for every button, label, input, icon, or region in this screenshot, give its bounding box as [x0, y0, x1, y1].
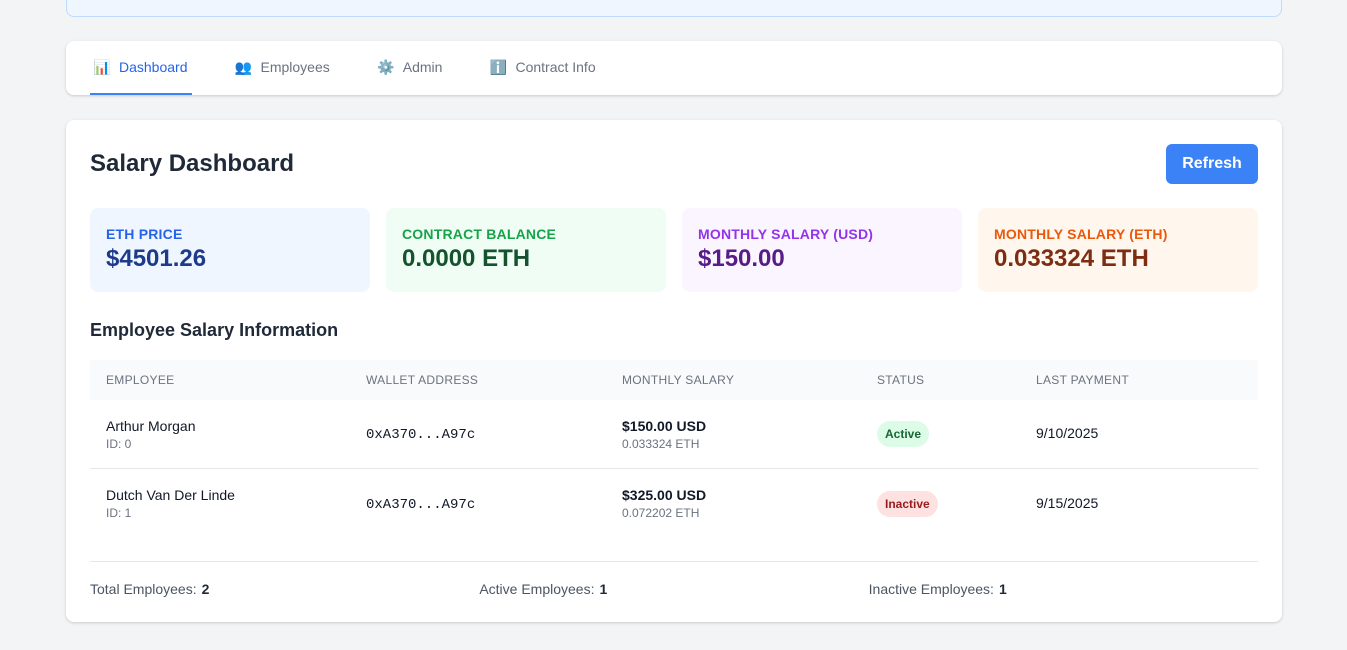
tab-employees[interactable]: 👥 Employees — [232, 41, 334, 95]
table-row: Dutch Van Der Linde ID: 1 0xA370...A97c … — [90, 469, 1258, 538]
stat-label: MONTHLY SALARY (USD) — [698, 226, 874, 242]
summary-active: Active Employees: 1 — [479, 581, 868, 597]
stats-row: ETH PRICE $4501.26 CONTRACT BALANCE 0.00… — [90, 208, 1258, 292]
dashboard-card: Salary Dashboard Refresh ETH PRICE $4501… — [66, 120, 1282, 622]
salary-eth: 0.072202 ETH — [622, 506, 700, 520]
section-title: Employee Salary Information — [90, 320, 339, 340]
page-title: Salary Dashboard — [90, 150, 295, 177]
tab-admin[interactable]: ⚙️ Admin — [374, 41, 447, 95]
summary-label: Inactive Employees: — [868, 581, 994, 597]
stat-label: ETH PRICE — [106, 226, 183, 242]
last-payment: 9/15/2025 — [1036, 494, 1099, 511]
tab-label: Contract Info — [515, 59, 596, 75]
summary-total: Total Employees: 2 — [90, 581, 479, 597]
column-header: MONTHLY SALARY — [622, 373, 735, 387]
summary-label: Total Employees: — [90, 581, 197, 597]
employee-id: ID: 1 — [106, 506, 132, 520]
summary-label: Active Employees: — [479, 581, 595, 597]
tab-label: Employees — [260, 59, 330, 75]
refresh-button[interactable]: Refresh — [1166, 144, 1258, 184]
stat-value: $150.00 — [698, 245, 785, 272]
employee-id: ID: 0 — [106, 436, 132, 451]
employee-summary: Total Employees: 2 Active Employees: 1 Ina… — [90, 561, 1258, 597]
column-header: STATUS — [877, 373, 925, 387]
tab-bar: 📊 Dashboard 👥 Employees ⚙️ Admin ℹ️ Cont… — [66, 41, 1282, 95]
column-header: LAST PAYMENT — [1036, 373, 1129, 387]
info-icon: ℹ️ — [489, 58, 508, 75]
column-header: EMPLOYEE — [106, 373, 175, 387]
gear-icon: ⚙️ — [377, 58, 395, 75]
employee-name: Arthur Morgan — [106, 417, 196, 434]
people-icon: 👥 — [234, 58, 253, 75]
stat-label: MONTHLY SALARY (ETH) — [994, 226, 1168, 242]
stat-monthly-salary-usd: MONTHLY SALARY (USD) $150.00 — [682, 208, 962, 292]
bar-chart-icon: 📊 — [93, 58, 111, 75]
stat-value: $4501.26 — [106, 245, 207, 272]
summary-value: 2 — [201, 581, 210, 597]
summary-value: 1 — [998, 581, 1007, 597]
tab-label: Dashboard — [119, 59, 188, 75]
stat-value: 0.033324 ETH — [994, 245, 1149, 272]
summary-inactive: Inactive Employees: 1 — [869, 581, 1258, 597]
stat-contract-balance: CONTRACT BALANCE 0.0000 ETH — [386, 208, 666, 292]
column-header: WALLET ADDRESS — [366, 373, 479, 387]
stat-label: CONTRACT BALANCE — [402, 226, 557, 242]
stat-eth-price: ETH PRICE $4501.26 — [90, 208, 370, 292]
table-header: EMPLOYEE WALLET ADDRESS MONTHLY SALARY S… — [90, 360, 1258, 400]
tab-dashboard[interactable]: 📊 Dashboard — [90, 41, 192, 95]
status-badge: Active — [877, 421, 930, 447]
tab-label: Admin — [402, 59, 443, 75]
salary-usd: $325.00 USD — [622, 487, 707, 503]
summary-value: 1 — [599, 581, 608, 597]
top-banner — [66, 0, 1282, 17]
salary-usd: $150.00 USD — [622, 417, 707, 434]
wallet-address: 0xA370...A97c — [366, 496, 476, 513]
employee-table: EMPLOYEE WALLET ADDRESS MONTHLY SALARY S… — [90, 360, 1258, 538]
wallet-address: 0xA370...A97c — [366, 427, 476, 443]
tab-contract-info[interactable]: ℹ️ Contract Info — [486, 41, 599, 95]
table-row: Arthur Morgan ID: 0 0xA370...A97c $150.0… — [90, 400, 1258, 469]
salary-eth: 0.033324 ETH — [622, 436, 700, 451]
stat-monthly-salary-eth: MONTHLY SALARY (ETH) 0.033324 ETH — [978, 208, 1258, 292]
status-badge: Inactive — [877, 490, 938, 517]
last-payment: 9/10/2025 — [1036, 425, 1099, 441]
stat-value: 0.0000 ETH — [402, 245, 531, 272]
employee-name: Dutch Van Der Linde — [106, 487, 235, 503]
